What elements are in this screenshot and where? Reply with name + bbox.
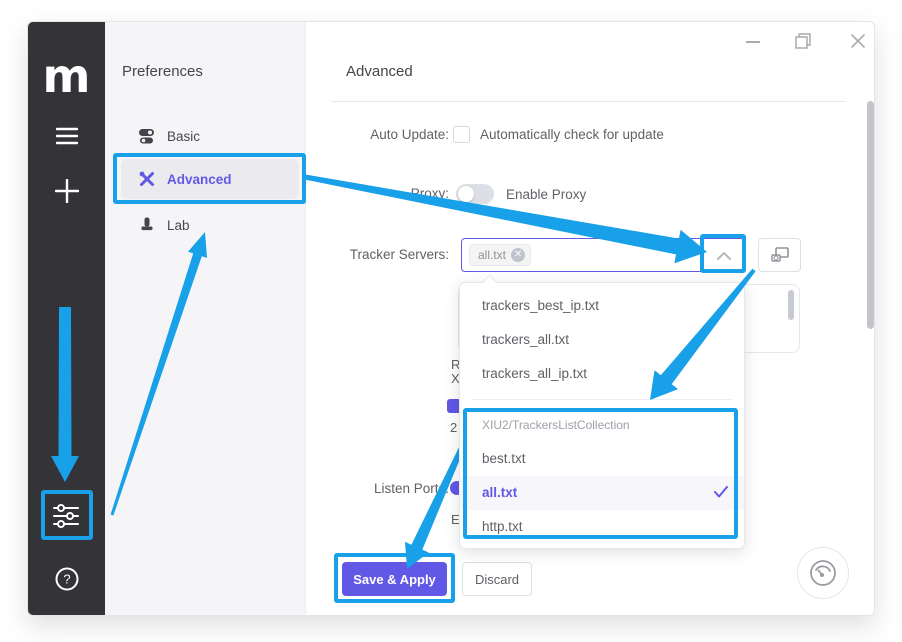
sync-trackers-button[interactable]	[758, 238, 801, 272]
auto-update-label: Auto Update:	[331, 127, 449, 142]
task-list-icon[interactable]	[54, 123, 80, 149]
toggles-icon	[139, 128, 155, 144]
preferences-sliders-icon[interactable]	[53, 503, 79, 529]
auto-update-checkbox-label[interactable]: Automatically check for update	[480, 127, 664, 142]
proxy-toggle[interactable]	[456, 184, 494, 204]
toggle-knob	[458, 186, 474, 202]
main-scrollbar[interactable]	[867, 101, 874, 329]
minimize-icon	[744, 32, 762, 50]
close-icon	[850, 33, 866, 49]
maximize-button[interactable]	[790, 28, 816, 54]
dropdown-item[interactable]: http.txt	[460, 510, 744, 544]
dropdown-item[interactable]: best.txt	[460, 442, 744, 476]
listen-ports-label: Listen Ports:	[331, 481, 449, 496]
tools-icon	[139, 171, 155, 187]
dropdown-item[interactable]: trackers_all.txt	[460, 323, 744, 357]
app-sidebar: m ?	[28, 22, 105, 615]
sidebar-item-basic[interactable]: Basic	[121, 116, 299, 156]
maximize-icon	[795, 33, 811, 49]
page-title: Advanced	[346, 63, 413, 80]
proxy-label: Proxy:	[331, 186, 449, 201]
sidebar-item-label: Basic	[167, 129, 200, 144]
minimize-button[interactable]	[740, 28, 766, 54]
close-button[interactable]	[845, 28, 871, 54]
sidebar-item-label: Advanced	[167, 172, 232, 187]
dropdown-item[interactable]: trackers_all_ip.txt	[460, 357, 744, 391]
sidebar-item-lab[interactable]: Lab	[121, 205, 299, 245]
app-window: m ? Preferences Basic	[27, 21, 875, 616]
title-divider	[331, 101, 846, 102]
tracker-dropdown: trackers_best_ip.txt trackers_all.txt tr…	[459, 282, 745, 549]
stamp-icon	[139, 217, 155, 233]
tag-label: all.txt	[478, 248, 506, 262]
sidebar-item-label: Lab	[167, 218, 190, 233]
dropdown-divider	[472, 399, 732, 400]
tag-remove-icon[interactable]: ✕	[511, 248, 525, 262]
proxy-toggle-label: Enable Proxy	[506, 187, 586, 202]
gauge-icon	[808, 558, 838, 588]
dropdown-item-selected[interactable]: all.txt	[460, 476, 744, 510]
sync-monitor-icon	[771, 247, 789, 263]
sidebar-item-advanced[interactable]: Advanced	[121, 159, 299, 199]
check-icon	[714, 486, 728, 498]
tracker-servers-label: Tracker Servers:	[331, 247, 449, 262]
save-apply-button[interactable]: Save & Apply	[342, 562, 447, 596]
discard-button[interactable]: Discard	[462, 562, 532, 596]
occluded-text-fragment: 2	[450, 420, 457, 435]
chevron-up-icon[interactable]	[716, 251, 732, 261]
help-icon[interactable]: ?	[54, 566, 80, 592]
textarea-scrollbar[interactable]	[788, 290, 794, 320]
preferences-panel	[105, 22, 306, 615]
tracker-servers-select[interactable]: all.txt ✕	[461, 238, 745, 272]
speed-limit-button[interactable]	[797, 547, 849, 599]
motrix-logo-icon: m	[28, 50, 105, 102]
dropdown-group-label: XIU2/TrackersListCollection	[460, 408, 744, 442]
add-task-icon[interactable]	[54, 178, 80, 204]
selected-tag: all.txt ✕	[469, 244, 531, 266]
svg-text:?: ?	[63, 572, 70, 587]
auto-update-checkbox[interactable]	[453, 126, 470, 143]
dropdown-item[interactable]: trackers_best_ip.txt	[460, 289, 744, 323]
preferences-title: Preferences	[122, 63, 203, 80]
